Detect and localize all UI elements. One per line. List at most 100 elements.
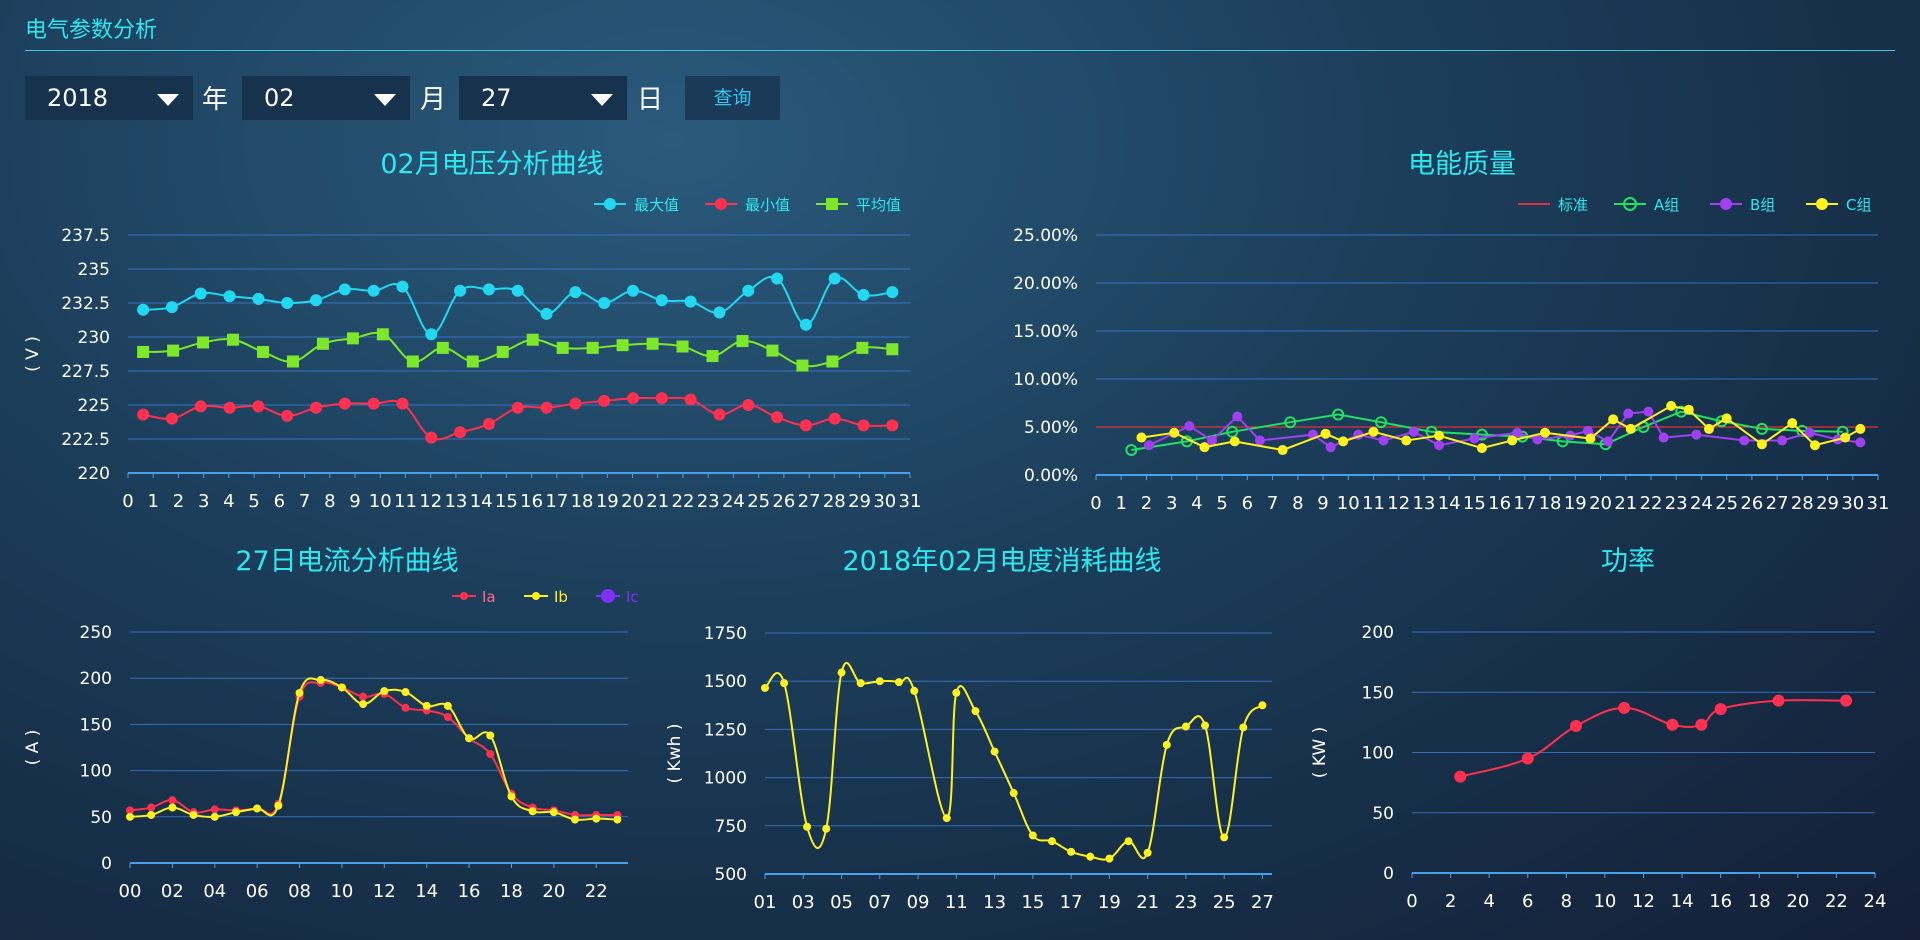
data-point-voltage-0 (482, 283, 495, 296)
legend-label-current: Ic (626, 588, 639, 606)
data-point-power-0 (1772, 694, 1785, 707)
x-tick-label-consumption: 19 (1098, 892, 1121, 913)
x-tick-label-current: 04 (203, 881, 226, 902)
data-point-voltage-0 (799, 318, 812, 331)
data-point-current-1 (316, 676, 325, 685)
y-tick-label-consumption: 1000 (704, 769, 747, 789)
data-point-voltage-0 (828, 272, 841, 285)
y-tick-label-current: 0 (101, 854, 112, 874)
legend-marker-voltage (715, 198, 727, 210)
x-tick-label-voltage: 23 (697, 491, 720, 512)
data-point-voltage-0 (627, 284, 640, 297)
x-tick-label-voltage: 7 (299, 491, 310, 512)
x-tick-label-voltage: 0 (122, 491, 133, 512)
data-point-current-1 (274, 801, 283, 810)
data-point-voltage-0 (598, 297, 611, 309)
data-point-voltage-2 (706, 350, 719, 363)
data-point-voltage-0 (569, 286, 582, 299)
y-tick-label-consumption: 1250 (704, 720, 747, 740)
data-point-current-1 (549, 808, 558, 817)
data-point-voltage-0 (454, 284, 467, 297)
data-point-quality-2 (1338, 436, 1349, 447)
x-tick-label-voltage: 10 (369, 491, 392, 512)
data-point-voltage-2 (496, 345, 509, 358)
data-point-voltage-0 (511, 284, 524, 297)
data-point-quality-1 (1232, 411, 1243, 422)
x-tick-label-quality: 14 (1438, 493, 1461, 514)
data-point-voltage-2 (676, 340, 689, 353)
data-point-voltage-1 (281, 409, 294, 422)
x-tick-label-voltage: 24 (722, 491, 745, 512)
x-tick-label-consumption: 03 (792, 892, 815, 913)
data-point-current-1 (613, 815, 622, 824)
x-tick-label-current: 02 (161, 881, 184, 902)
data-point-quality-2 (1199, 442, 1210, 453)
data-point-power-0 (1521, 752, 1534, 765)
x-tick-label-quality: 9 (1317, 493, 1328, 514)
x-tick-label-voltage: 22 (672, 491, 695, 512)
x-tick-label-quality: 0 (1090, 493, 1101, 514)
x-tick-label-voltage: 21 (646, 491, 669, 512)
legend-marker-current (460, 592, 468, 600)
data-point-voltage-1 (252, 400, 265, 413)
data-point-quality-2 (1540, 427, 1551, 438)
data-point-voltage-0 (684, 295, 697, 308)
x-tick-label-voltage: 3 (198, 491, 209, 512)
x-tick-label-current: 18 (500, 881, 523, 902)
data-point-consumption-0 (990, 747, 999, 756)
x-tick-label-quality: 7 (1267, 493, 1278, 514)
x-tick-label-quality: 10 (1337, 493, 1360, 514)
data-point-voltage-2 (197, 336, 210, 349)
data-point-current-1 (443, 701, 452, 710)
data-point-quality-1 (1408, 426, 1419, 437)
y-axis-label-consumption: ( Kwh ) (665, 724, 685, 784)
data-point-quality-1 (1739, 435, 1750, 446)
y-tick-label-voltage: 222.5 (61, 430, 110, 450)
data-point-voltage-0 (310, 294, 323, 307)
data-point-voltage-2 (286, 355, 299, 368)
x-tick-label-power: 4 (1483, 891, 1494, 912)
x-tick-label-quality: 12 (1387, 493, 1410, 514)
data-point-quality-2 (1703, 423, 1714, 434)
data-point-voltage-1 (194, 400, 207, 413)
data-point-consumption-0 (1124, 837, 1133, 846)
y-tick-label-current: 50 (90, 808, 112, 828)
x-tick-label-consumption: 27 (1251, 892, 1274, 913)
data-point-power-0 (1618, 701, 1631, 714)
x-tick-label-voltage: 13 (444, 491, 467, 512)
x-tick-label-voltage: 1 (147, 491, 158, 512)
data-point-quality-1 (1777, 435, 1788, 446)
data-point-voltage-2 (376, 328, 389, 341)
data-point-consumption-0 (894, 678, 903, 687)
y-tick-label-voltage: 227.5 (61, 362, 110, 382)
data-point-voltage-1 (540, 401, 553, 414)
data-point-power-0 (1569, 719, 1582, 732)
y-tick-label-consumption: 500 (715, 865, 747, 885)
data-point-current-1 (337, 683, 346, 692)
data-point-quality-2 (1683, 404, 1694, 415)
x-tick-label-quality: 22 (1640, 493, 1663, 514)
x-tick-label-quality: 29 (1816, 493, 1839, 514)
x-tick-label-power: 24 (1864, 891, 1887, 912)
y-tick-label-power: 50 (1372, 804, 1394, 824)
legend-marker-voltage (604, 198, 616, 210)
x-tick-label-consumption: 05 (830, 892, 853, 913)
x-tick-label-current: 20 (542, 881, 565, 902)
x-tick-label-power: 20 (1786, 891, 1809, 912)
data-point-voltage-2 (346, 332, 359, 345)
data-point-voltage-0 (223, 290, 236, 303)
x-tick-label-quality: 19 (1564, 493, 1587, 514)
data-point-consumption-0 (1028, 831, 1037, 840)
x-tick-label-voltage: 31 (899, 491, 922, 512)
data-point-voltage-2 (406, 355, 419, 368)
data-point-consumption-0 (1181, 722, 1190, 731)
legend-label-quality: C组 (1846, 196, 1871, 214)
data-point-consumption-0 (1143, 848, 1152, 857)
x-tick-label-consumption: 13 (983, 892, 1006, 913)
x-tick-label-current: 22 (585, 881, 608, 902)
data-point-voltage-1 (396, 397, 409, 410)
data-point-current-0 (486, 749, 495, 758)
y-tick-label-quality: 20.00% (1013, 274, 1078, 294)
data-point-quality-1 (1184, 421, 1195, 432)
data-point-voltage-1 (569, 397, 582, 410)
